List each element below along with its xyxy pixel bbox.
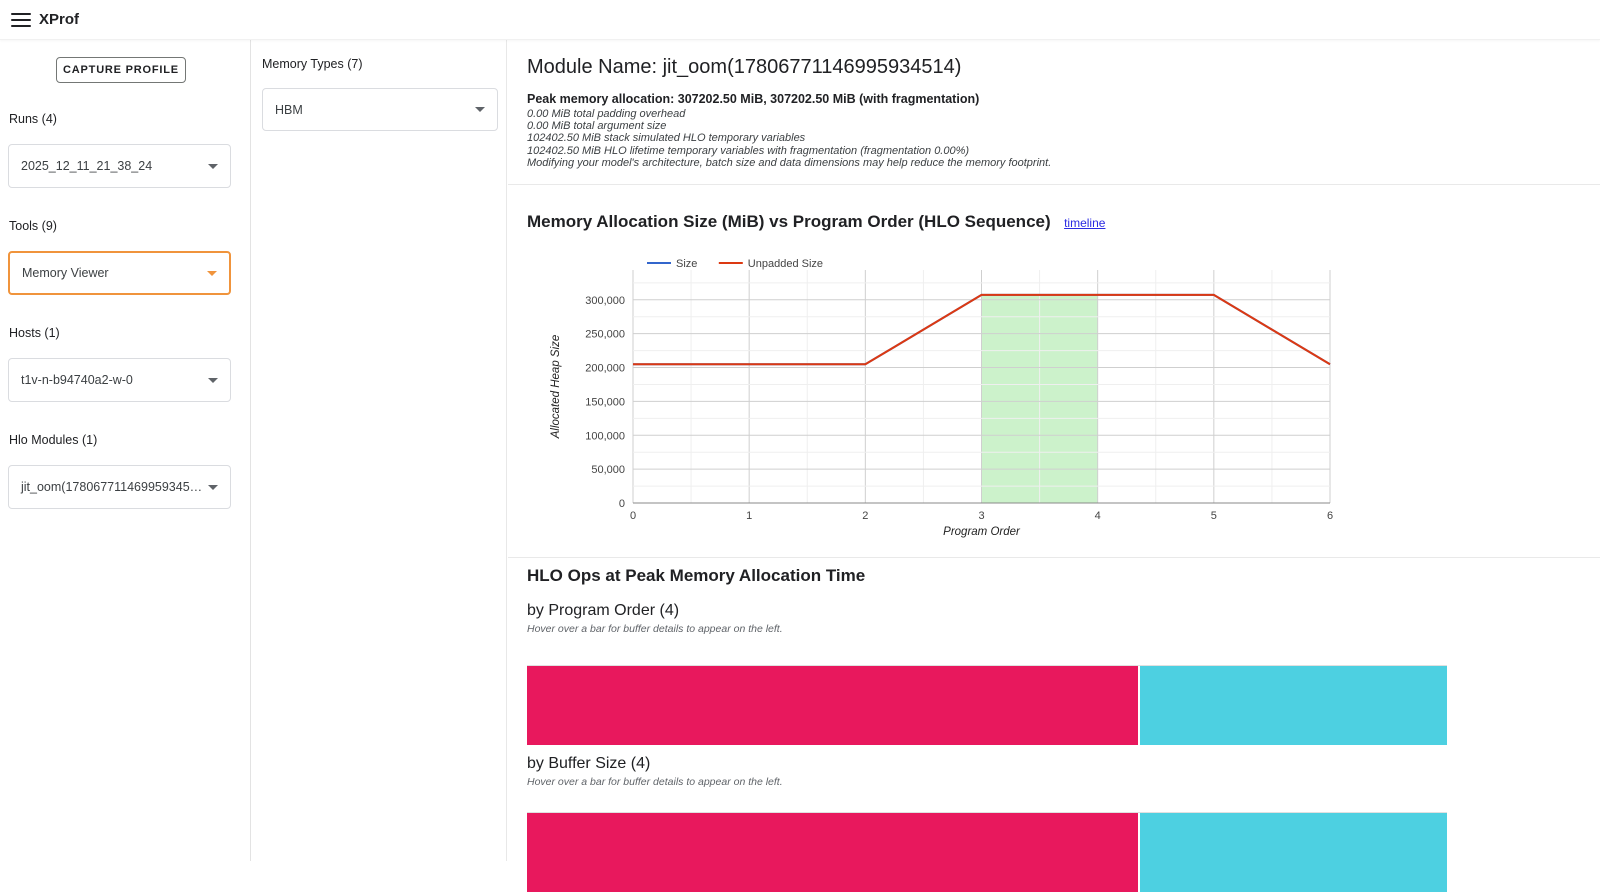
- y-tick-label: 150,000: [585, 396, 625, 408]
- main-content: Module Name: jit_oom(1780677114699593451…: [508, 40, 1600, 861]
- legend-label: Size: [676, 258, 697, 270]
- chevron-down-icon: [208, 378, 218, 383]
- memory-type-select-value: HBM: [263, 103, 473, 117]
- y-tick-label: 250,000: [585, 329, 625, 341]
- hosts-select-value: t1v-n-b94740a2-w-0: [9, 373, 206, 387]
- top-app-bar: XProf: [0, 0, 1600, 40]
- hlo-ops-bar-by-program-order: [527, 665, 1447, 745]
- hover-hint: Hover over a bar for buffer details to a…: [527, 776, 1600, 788]
- app-title: XProf: [39, 11, 79, 28]
- chevron-down-icon: [207, 271, 217, 276]
- detail-line: 102402.50 MiB stack simulated HLO tempor…: [527, 132, 1576, 144]
- x-tick-label: 1: [746, 510, 752, 522]
- x-tick-label: 6: [1327, 510, 1333, 522]
- hlo-ops-bar-by-buffer-size: [527, 812, 1447, 892]
- module-info-block: Module Name: jit_oom(1780677114699593451…: [508, 40, 1600, 185]
- peak-memory-line: Peak memory allocation: 307202.50 MiB, 3…: [527, 92, 1576, 106]
- hlo-modules-label: Hlo Modules (1): [9, 433, 97, 447]
- y-tick-label: 100,000: [585, 430, 625, 442]
- memory-detail-lines: 0.00 MiB total padding overhead 0.00 MiB…: [527, 108, 1576, 169]
- detail-line: 0.00 MiB total argument size: [527, 120, 1576, 132]
- sidebar: CAPTURE PROFILE Runs (4) 2025_12_11_21_3…: [0, 40, 251, 861]
- x-tick-label: 3: [978, 510, 984, 522]
- chevron-down-icon: [475, 107, 485, 112]
- tools-select-value: Memory Viewer: [10, 266, 205, 280]
- chevron-down-icon: [208, 485, 218, 490]
- x-tick-label: 2: [862, 510, 868, 522]
- hlo-ops-section: HLO Ops at Peak Memory Allocation Time b…: [508, 566, 1600, 892]
- by-program-order-heading: by Program Order (4): [527, 602, 1600, 620]
- hlo-op-bar-segment[interactable]: [527, 666, 1138, 745]
- x-tick-label: 0: [630, 510, 636, 522]
- memory-types-panel: Memory Types (7) HBM: [252, 40, 507, 861]
- hlo-ops-title: HLO Ops at Peak Memory Allocation Time: [527, 566, 1600, 586]
- runs-label: Runs (4): [9, 112, 57, 126]
- hlo-op-bar-segment[interactable]: [1140, 813, 1447, 892]
- hlo-modules-select[interactable]: jit_oom(17806771146995934514): [8, 465, 231, 509]
- menu-icon[interactable]: [11, 13, 31, 27]
- by-buffer-size-heading: by Buffer Size (4): [527, 755, 1600, 773]
- runs-select-value: 2025_12_11_21_38_24: [9, 159, 206, 173]
- x-axis-title: Program Order: [943, 526, 1021, 538]
- module-name-title: Module Name: jit_oom(1780677114699593451…: [527, 56, 1576, 79]
- hlo-modules-select-value: jit_oom(17806771146995934514): [9, 480, 206, 494]
- x-tick-label: 4: [1095, 510, 1101, 522]
- hover-hint: Hover over a bar for buffer details to a…: [527, 623, 1600, 635]
- y-tick-label: 200,000: [585, 363, 625, 375]
- y-axis-title: Allocated Heap Size: [550, 335, 562, 440]
- memory-chart-section: Memory Allocation Size (MiB) vs Program …: [508, 185, 1600, 558]
- x-tick-label: 5: [1211, 510, 1217, 522]
- detail-line: 0.00 MiB total padding overhead: [527, 108, 1576, 120]
- detail-line: Modifying your model's architecture, bat…: [527, 157, 1576, 169]
- memory-types-label: Memory Types (7): [262, 57, 363, 71]
- y-tick-label: 0: [619, 498, 625, 510]
- y-tick-label: 300,000: [585, 295, 625, 307]
- y-tick-label: 50,000: [591, 464, 625, 476]
- memory-allocation-chart: 0 50,000 100,000 150,000 200,000 250,000 300,0…: [527, 253, 1427, 545]
- tools-select[interactable]: Memory Viewer: [8, 251, 231, 295]
- timeline-link[interactable]: timeline: [1064, 216, 1105, 230]
- capture-profile-button[interactable]: CAPTURE PROFILE: [56, 57, 186, 83]
- hosts-label: Hosts (1): [9, 326, 60, 340]
- detail-line: 102402.50 MiB HLO lifetime temporary var…: [527, 145, 1576, 157]
- chevron-down-icon: [208, 164, 218, 169]
- hlo-op-bar-segment[interactable]: [1140, 666, 1447, 745]
- hlo-op-bar-segment[interactable]: [527, 813, 1138, 892]
- tools-label: Tools (9): [9, 219, 57, 233]
- legend-label: Unpadded Size: [748, 258, 823, 270]
- runs-select[interactable]: 2025_12_11_21_38_24: [8, 144, 231, 188]
- hosts-select[interactable]: t1v-n-b94740a2-w-0: [8, 358, 231, 402]
- chart-title: Memory Allocation Size (MiB) vs Program …: [527, 212, 1051, 231]
- memory-type-select[interactable]: HBM: [262, 88, 498, 131]
